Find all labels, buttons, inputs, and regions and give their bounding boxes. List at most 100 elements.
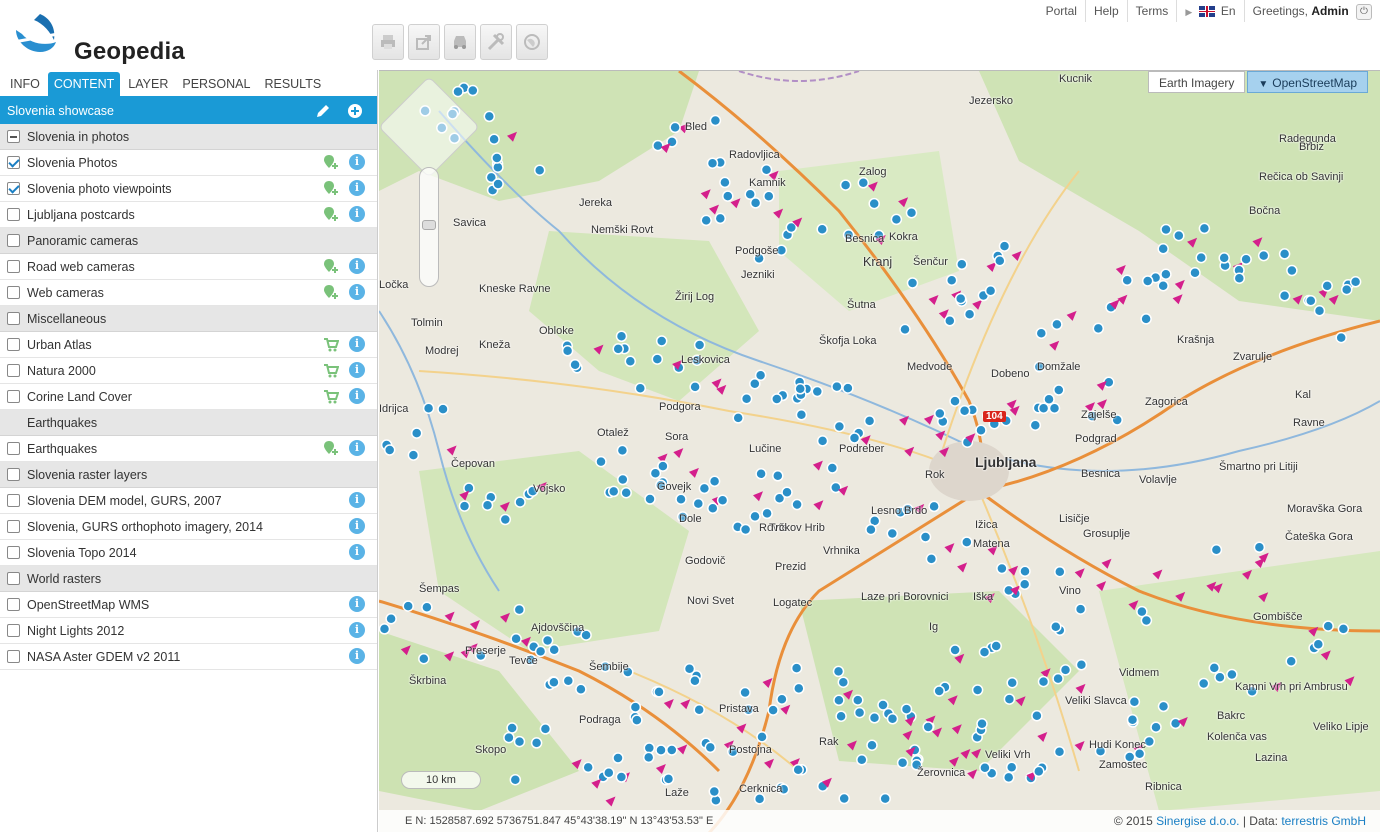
photo-marker[interactable] <box>739 523 752 536</box>
photo-marker[interactable] <box>958 404 971 417</box>
photo-marker[interactable] <box>407 449 420 461</box>
photo-marker[interactable] <box>998 240 1011 252</box>
photo-marker[interactable] <box>421 601 433 614</box>
photo-marker[interactable] <box>1140 614 1153 627</box>
group-checkbox[interactable] <box>7 234 20 247</box>
photo-marker[interactable] <box>689 675 701 687</box>
viewpoint-marker[interactable] <box>663 699 674 709</box>
group-row[interactable]: World rasters <box>0 566 377 592</box>
photo-marker[interactable] <box>644 493 656 505</box>
viewpoint-marker[interactable] <box>812 460 823 471</box>
photo-marker[interactable] <box>1157 243 1169 255</box>
viewpoint-marker[interactable] <box>928 295 939 305</box>
photo-marker[interactable] <box>795 409 808 421</box>
viewpoint-marker[interactable] <box>1074 568 1085 579</box>
photo-marker[interactable] <box>865 523 877 536</box>
photo-marker[interactable] <box>491 152 503 164</box>
info-icon[interactable]: i <box>349 648 365 664</box>
photo-marker[interactable] <box>1050 620 1062 633</box>
photo-marker[interactable] <box>1218 252 1230 264</box>
photo-marker[interactable] <box>1313 305 1326 317</box>
photo-marker[interactable] <box>830 481 842 494</box>
photo-marker[interactable] <box>838 792 850 805</box>
photo-marker[interactable] <box>1189 267 1201 279</box>
photo-marker[interactable] <box>708 475 721 488</box>
tab-personal[interactable]: PERSONAL <box>176 72 256 96</box>
photo-marker[interactable] <box>1121 274 1133 287</box>
photo-marker[interactable] <box>1053 384 1065 396</box>
edit-icon[interactable] <box>315 103 331 119</box>
photo-marker[interactable] <box>945 274 958 286</box>
photo-marker[interactable] <box>790 662 803 674</box>
photo-marker[interactable] <box>704 741 717 754</box>
photo-marker[interactable] <box>561 345 574 357</box>
viewpoint-marker[interactable] <box>571 759 582 770</box>
photo-marker[interactable] <box>754 369 767 382</box>
photo-marker[interactable] <box>1037 675 1050 688</box>
photo-marker[interactable] <box>866 739 878 751</box>
viewpoint-marker[interactable] <box>700 189 711 200</box>
photo-marker[interactable] <box>868 712 881 724</box>
photo-marker[interactable] <box>492 178 504 190</box>
photo-marker[interactable] <box>693 339 706 351</box>
photo-marker[interactable] <box>513 735 526 748</box>
photo-marker[interactable] <box>1208 662 1221 674</box>
zoom-slider-handle[interactable] <box>422 220 436 230</box>
viewpoint-marker[interactable] <box>923 414 934 425</box>
photo-marker[interactable] <box>963 308 976 321</box>
photo-marker[interactable] <box>906 277 919 289</box>
photo-marker[interactable] <box>615 330 628 343</box>
group-row[interactable]: Slovenia raster layers <box>0 462 377 488</box>
photo-marker[interactable] <box>839 179 852 191</box>
photo-marker[interactable] <box>402 600 414 612</box>
photo-marker[interactable] <box>683 663 696 675</box>
photo-marker[interactable] <box>944 315 956 327</box>
photo-marker[interactable] <box>689 381 701 393</box>
photo-marker[interactable] <box>510 633 522 645</box>
layer-row[interactable]: Road web cameras i <box>0 254 377 280</box>
photo-marker[interactable] <box>933 685 945 697</box>
photo-marker[interactable] <box>1335 331 1347 344</box>
photo-marker[interactable] <box>954 292 967 305</box>
photo-marker[interactable] <box>896 757 909 769</box>
add-marker-icon[interactable] <box>323 258 339 274</box>
info-icon[interactable]: i <box>349 388 365 404</box>
photo-marker[interactable] <box>624 355 637 368</box>
photo-marker[interactable] <box>949 644 961 656</box>
viewpoint-marker[interactable] <box>446 445 457 456</box>
viewpoint-marker[interactable] <box>753 491 763 502</box>
photo-marker[interactable] <box>1286 264 1298 277</box>
photo-marker[interactable] <box>1233 272 1246 284</box>
photo-marker[interactable] <box>879 792 891 805</box>
photo-marker[interactable] <box>1169 717 1182 730</box>
info-icon[interactable]: i <box>349 154 365 170</box>
photo-marker[interactable] <box>740 393 753 405</box>
viewpoint-marker[interactable] <box>1242 569 1252 580</box>
photo-marker[interactable] <box>1257 249 1270 262</box>
info-icon[interactable]: i <box>349 180 365 196</box>
terrestris-link[interactable]: terrestris GmbH <box>1281 814 1366 828</box>
photo-marker[interactable] <box>1141 275 1154 287</box>
tab-content[interactable]: CONTENT <box>47 72 121 96</box>
photo-marker[interactable] <box>655 335 668 347</box>
info-icon[interactable]: i <box>349 284 365 300</box>
layer-row[interactable]: Slovenia Photos i <box>0 150 377 176</box>
photo-marker[interactable] <box>835 710 847 722</box>
logout-icon[interactable]: ⏻ <box>1356 3 1372 20</box>
photo-marker[interactable] <box>816 223 828 235</box>
group-checkbox[interactable] <box>7 468 20 481</box>
layer-row[interactable]: OpenStreetMap WMS i <box>0 592 377 618</box>
layer-checkbox[interactable] <box>7 390 20 403</box>
photo-marker[interactable] <box>833 420 846 433</box>
viewpoint-marker[interactable] <box>499 501 510 512</box>
photo-marker[interactable] <box>842 382 854 394</box>
layer-row[interactable]: Ljubljana postcards i <box>0 202 377 228</box>
photo-marker[interactable] <box>422 402 435 414</box>
portal-link[interactable]: Portal <box>1038 0 1086 22</box>
photo-marker[interactable] <box>379 623 391 635</box>
photo-marker[interactable] <box>1029 419 1042 431</box>
photo-marker[interactable] <box>905 206 918 219</box>
photo-marker[interactable] <box>771 393 783 405</box>
photo-marker[interactable] <box>575 683 587 696</box>
layer-row[interactable]: Slovenia photo viewpoints i <box>0 176 377 202</box>
